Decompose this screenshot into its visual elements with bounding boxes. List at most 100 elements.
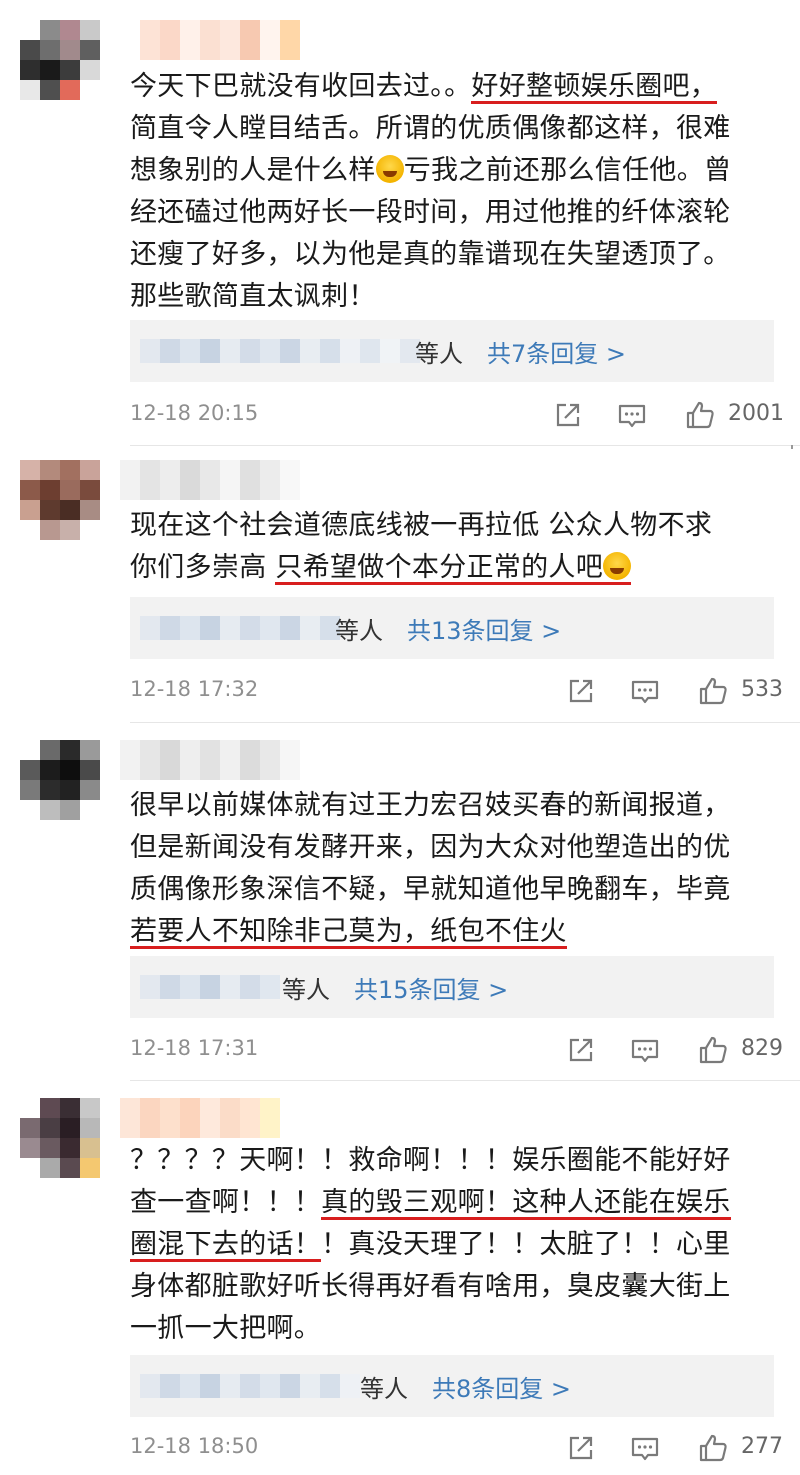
username-blurred[interactable] — [120, 1098, 280, 1138]
comment-meta: 12-18 17:31 829 — [130, 1030, 783, 1070]
comment-icon[interactable] — [629, 675, 661, 707]
username-blurred[interactable] — [120, 460, 300, 500]
timestamp: 12-18 17:31 — [130, 1036, 259, 1060]
comment-divider — [130, 1080, 800, 1081]
reply-others-label: 等人 — [360, 1375, 408, 1403]
like-count: 2001 — [728, 401, 784, 426]
thumbs-up-icon[interactable] — [697, 675, 729, 707]
scrollbar-indicator[interactable] — [791, 445, 793, 449]
text-segment: 那些歌简直太讽刺！ — [130, 281, 376, 312]
text-segment: 身体都脏歌好听长得再好看有啥用，臭皮囊大街上 — [130, 1271, 731, 1302]
text-segment: 很早以前媒体就有过王力宏召妓买春的新闻报道， — [130, 790, 731, 821]
comment-line: 今天下巴就没有收回去过。。好好整顿娱乐圈吧， — [130, 66, 780, 108]
comment-line: 很早以前媒体就有过王力宏召妓买春的新闻报道， — [130, 785, 780, 827]
highlighted-text: 圈混下去的话！ — [130, 1229, 321, 1262]
comment-line: 经还磕过他两好长一段时间，用过他推的纤体滚轮 — [130, 192, 780, 234]
highlighted-text: 好好整顿娱乐圈吧， — [471, 71, 717, 104]
text-segment: 现在这个社会道德底线被一再拉低 公众人物不求 — [130, 510, 713, 541]
comment-meta: 12-18 20:15 2001 — [130, 395, 784, 435]
comment-meta: 12-18 18:50 277 — [130, 1428, 783, 1468]
highlighted-text: 只希望做个本分正常的人吧 — [275, 552, 631, 585]
thumbs-up-icon[interactable] — [697, 1034, 729, 1066]
comment-divider — [130, 722, 800, 723]
text-segment: 真的毁三观啊！这种人还能在娱乐 — [321, 1187, 731, 1218]
username-blurred[interactable] — [120, 740, 300, 780]
text-segment: 经还磕过他两好长一段时间，用过他推的纤体滚轮 — [130, 197, 731, 228]
text-segment: 圈混下去的话！ — [130, 1229, 322, 1260]
laughing-emoji-icon — [375, 155, 404, 183]
view-replies-link[interactable]: 共7条回复 > — [487, 334, 626, 369]
text-segment: ？？？？天啊！！救命啊！！！娱乐圈能不能好好 — [130, 1145, 731, 1176]
text-segment: 想象别的人是什么样 — [130, 155, 376, 186]
comment-icon[interactable] — [629, 1034, 661, 1066]
avatar[interactable] — [20, 460, 100, 540]
comment-text: 现在这个社会道德底线被一再拉低 公众人物不求你们多崇高 只希望做个本分正常的人吧 — [130, 505, 780, 589]
like-count: 829 — [741, 1036, 783, 1061]
text-segment: 但是新闻没有发酵开来，因为大众对他塑造出的优 — [130, 832, 731, 863]
avatar[interactable] — [20, 1098, 100, 1178]
text-segment: 质偶像形象深信不疑，早就知道他早晚翻车，毕竟 — [130, 874, 731, 905]
username-blurred[interactable] — [120, 20, 320, 60]
share-icon[interactable] — [565, 675, 597, 707]
share-icon[interactable] — [552, 399, 584, 431]
view-replies-link[interactable]: 共13条回复 > — [407, 611, 561, 646]
text-segment: 若要人不知除非己莫为，纸包不住火 — [130, 916, 567, 947]
comment-line: 但是新闻没有发酵开来，因为大众对他塑造出的优 — [130, 827, 780, 869]
comment-text: ？？？？天啊！！救命啊！！！娱乐圈能不能好好 查一查啊！！！真的毁三观啊！这种人还… — [130, 1140, 780, 1350]
text-segment: 好好整顿娱乐圈吧， — [471, 71, 718, 102]
comment-line: 简直令人瞠目结舌。所谓的优质偶像都这样，很难 — [130, 108, 780, 150]
timestamp: 12-18 17:32 — [130, 677, 259, 701]
reply-preview[interactable]: 等人 共8条回复 > — [130, 1355, 774, 1417]
comment-line: 想象别的人是什么样 亏我之前还那么信任他。曾 — [130, 150, 780, 192]
comment-line: 身体都脏歌好听长得再好看有啥用，臭皮囊大街上 — [130, 1266, 780, 1308]
share-icon[interactable] — [565, 1432, 597, 1464]
text-segment: ！真没天理了！！太脏了！！心里 — [321, 1229, 731, 1260]
thumbs-up-icon[interactable] — [684, 399, 716, 431]
reply-others-label: 等人 — [282, 976, 330, 1004]
text-segment: 今天下巴就没有收回去过。。 — [130, 71, 472, 102]
comment-icon[interactable] — [629, 1432, 661, 1464]
comment-line: ？？？？天啊！！救命啊！！！娱乐圈能不能好好 — [130, 1140, 780, 1182]
reply-preview[interactable]: 等人 共13条回复 > — [130, 597, 774, 659]
view-replies-link[interactable]: 共8条回复 > — [432, 1369, 571, 1404]
highlighted-text: 若要人不知除非己莫为，纸包不住火 — [130, 916, 567, 949]
comment-line: 圈混下去的话！！真没天理了！！太脏了！！心里 — [130, 1224, 780, 1266]
comment-text: 今天下巴就没有收回去过。。好好整顿娱乐圈吧， 简直令人瞠目结舌。所谓的优质偶像都这… — [130, 66, 780, 318]
comment-text: 很早以前媒体就有过王力宏召妓买春的新闻报道， 但是新闻没有发酵开来，因为大众对他塑… — [130, 785, 780, 953]
comment-line: 质偶像形象深信不疑，早就知道他早晚翻车，毕竟 — [130, 869, 780, 911]
comment-line: 你们多崇高 只希望做个本分正常的人吧 — [130, 547, 780, 589]
timestamp: 12-18 18:50 — [130, 1434, 259, 1458]
timestamp: 12-18 20:15 — [130, 401, 259, 425]
reply-preview[interactable]: 等人 共7条回复 > — [130, 320, 774, 382]
laughing-emoji-icon — [603, 552, 631, 580]
reply-users-blurred — [140, 616, 340, 640]
comment-line: 若要人不知除非己莫为，纸包不住火 — [130, 911, 780, 953]
comment-line: 现在这个社会道德底线被一再拉低 公众人物不求 — [130, 505, 780, 547]
like-count: 277 — [741, 1434, 783, 1459]
reply-users-blurred — [140, 975, 280, 999]
comment-line: 还瘦了好多，以为他是真的靠谱现在失望透顶了。 — [130, 234, 780, 276]
like-count: 533 — [741, 677, 783, 702]
thumbs-up-icon[interactable] — [697, 1432, 729, 1464]
avatar[interactable] — [20, 20, 100, 100]
comment-icon[interactable] — [616, 399, 648, 431]
highlighted-text: 真的毁三观啊！这种人还能在娱乐 — [321, 1187, 731, 1220]
text-segment: 亏我之前还那么信任他。曾 — [403, 155, 732, 186]
reply-others-label: 等人 — [335, 617, 383, 645]
comment-line: 查一查啊！！！真的毁三观啊！这种人还能在娱乐 — [130, 1182, 780, 1224]
text-segment: 查一查啊！！！ — [130, 1187, 322, 1218]
text-segment: 还瘦了好多，以为他是真的靠谱现在失望透顶了。 — [130, 239, 731, 270]
text-segment: 只希望做个本分正常的人吧 — [275, 552, 603, 583]
view-replies-link[interactable]: 共15条回复 > — [354, 970, 508, 1005]
comment-line: 一抓一大把啊。 — [130, 1308, 780, 1350]
reply-preview[interactable]: 等人 共15条回复 > — [130, 956, 774, 1018]
text-segment: 一抓一大把啊。 — [130, 1313, 322, 1344]
reply-users-blurred — [140, 339, 420, 363]
text-segment: 简直令人瞠目结舌。所谓的优质偶像都这样，很难 — [130, 113, 731, 144]
reply-users-blurred — [140, 1374, 360, 1398]
share-icon[interactable] — [565, 1034, 597, 1066]
comment-line: 那些歌简直太讽刺！ — [130, 276, 780, 318]
avatar[interactable] — [20, 740, 100, 820]
reply-others-label: 等人 — [415, 340, 463, 368]
comment-meta: 12-18 17:32 533 — [130, 671, 783, 711]
